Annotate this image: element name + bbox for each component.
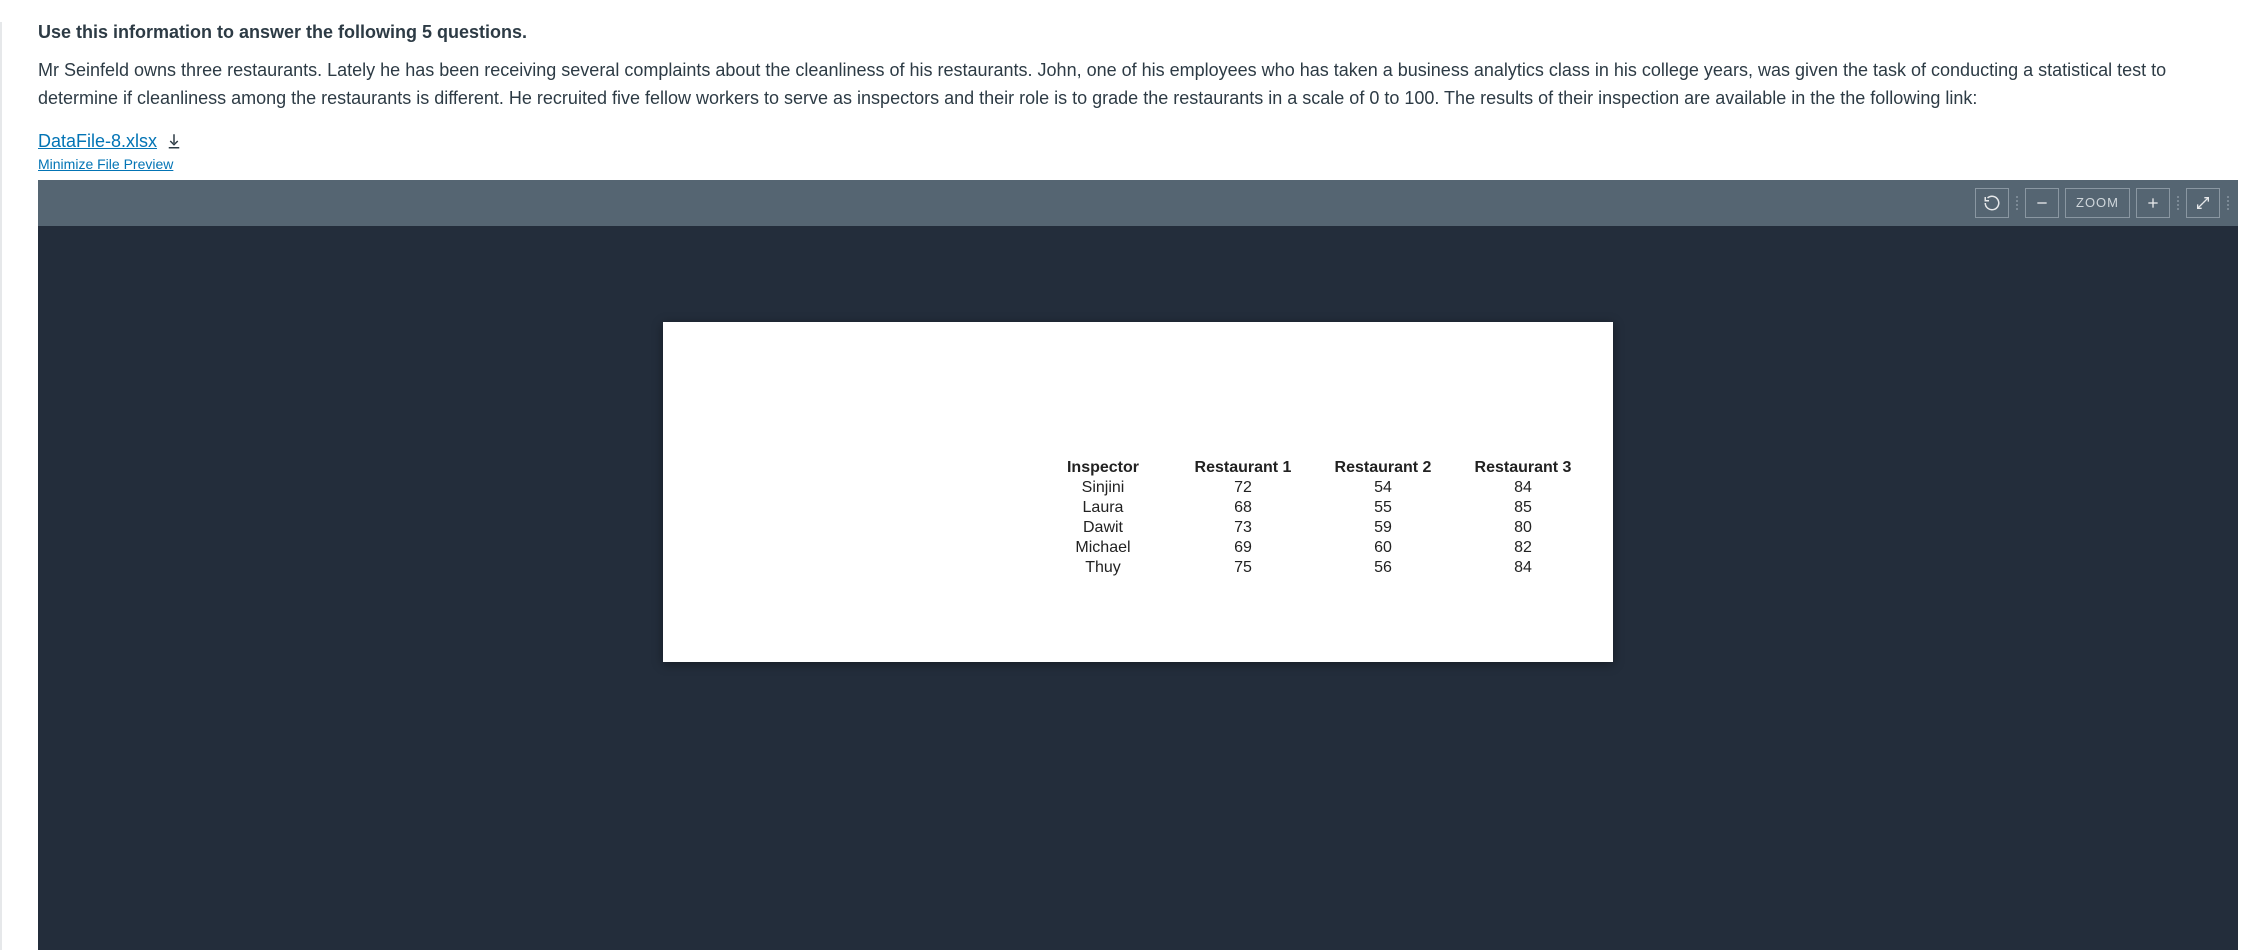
question-instruction-header: Use this information to answer the follo… <box>38 22 2258 43</box>
rotate-button[interactable] <box>1975 188 2009 218</box>
cell-r3: 85 <box>1453 498 1593 518</box>
table-row: Dawit 73 59 80 <box>1033 518 1593 538</box>
cell-r2: 54 <box>1313 478 1453 498</box>
document-page: Inspector Restaurant 1 Restaurant 2 Rest… <box>663 322 1613 662</box>
toolbar-separator <box>2176 190 2180 216</box>
cell-r2: 56 <box>1313 558 1453 578</box>
file-link-row: DataFile-8.xlsx <box>38 131 2258 152</box>
question-body-text: Mr Seinfeld owns three restaurants. Late… <box>38 57 2258 113</box>
cell-r1: 69 <box>1173 538 1313 558</box>
col-header-restaurant-3: Restaurant 3 <box>1453 458 1593 478</box>
cell-r1: 68 <box>1173 498 1313 518</box>
table-row: Sinjini 72 54 84 <box>1033 478 1593 498</box>
viewer-toolbar: ZOOM <box>38 180 2238 226</box>
zoom-level-button[interactable]: ZOOM <box>2065 188 2130 218</box>
cell-r2: 55 <box>1313 498 1453 518</box>
question-page: Use this information to answer the follo… <box>0 22 2258 950</box>
col-header-inspector: Inspector <box>1033 458 1173 478</box>
viewer-body[interactable]: Inspector Restaurant 1 Restaurant 2 Rest… <box>38 226 2238 950</box>
col-header-restaurant-2: Restaurant 2 <box>1313 458 1453 478</box>
cell-r3: 82 <box>1453 538 1593 558</box>
table-row: Laura 68 55 85 <box>1033 498 1593 518</box>
cell-r2: 59 <box>1313 518 1453 538</box>
table-body: Sinjini 72 54 84 Laura 68 55 85 Dawi <box>1033 478 1593 578</box>
table-row: Thuy 75 56 84 <box>1033 558 1593 578</box>
cell-r3: 84 <box>1453 478 1593 498</box>
zoom-in-button[interactable] <box>2136 188 2170 218</box>
cell-r1: 75 <box>1173 558 1313 578</box>
download-icon[interactable] <box>165 132 183 150</box>
toolbar-separator <box>2226 190 2230 216</box>
table-header-row: Inspector Restaurant 1 Restaurant 2 Rest… <box>1033 458 1593 478</box>
cell-r2: 60 <box>1313 538 1453 558</box>
cell-inspector: Sinjini <box>1033 478 1173 498</box>
fullscreen-button[interactable] <box>2186 188 2220 218</box>
cell-r3: 80 <box>1453 518 1593 538</box>
zoom-out-button[interactable] <box>2025 188 2059 218</box>
col-header-restaurant-1: Restaurant 1 <box>1173 458 1313 478</box>
table-row: Michael 69 60 82 <box>1033 538 1593 558</box>
cell-inspector: Michael <box>1033 538 1173 558</box>
cell-inspector: Thuy <box>1033 558 1173 578</box>
minimize-preview-link[interactable]: Minimize File Preview <box>38 156 173 172</box>
inspection-data-table: Inspector Restaurant 1 Restaurant 2 Rest… <box>1033 458 1593 578</box>
cell-r1: 73 <box>1173 518 1313 538</box>
toolbar-separator <box>2015 190 2019 216</box>
cell-inspector: Laura <box>1033 498 1173 518</box>
file-download-link[interactable]: DataFile-8.xlsx <box>38 131 157 152</box>
cell-r1: 72 <box>1173 478 1313 498</box>
file-preview-viewer: ZOOM <box>38 180 2238 950</box>
cell-r3: 84 <box>1453 558 1593 578</box>
cell-inspector: Dawit <box>1033 518 1173 538</box>
